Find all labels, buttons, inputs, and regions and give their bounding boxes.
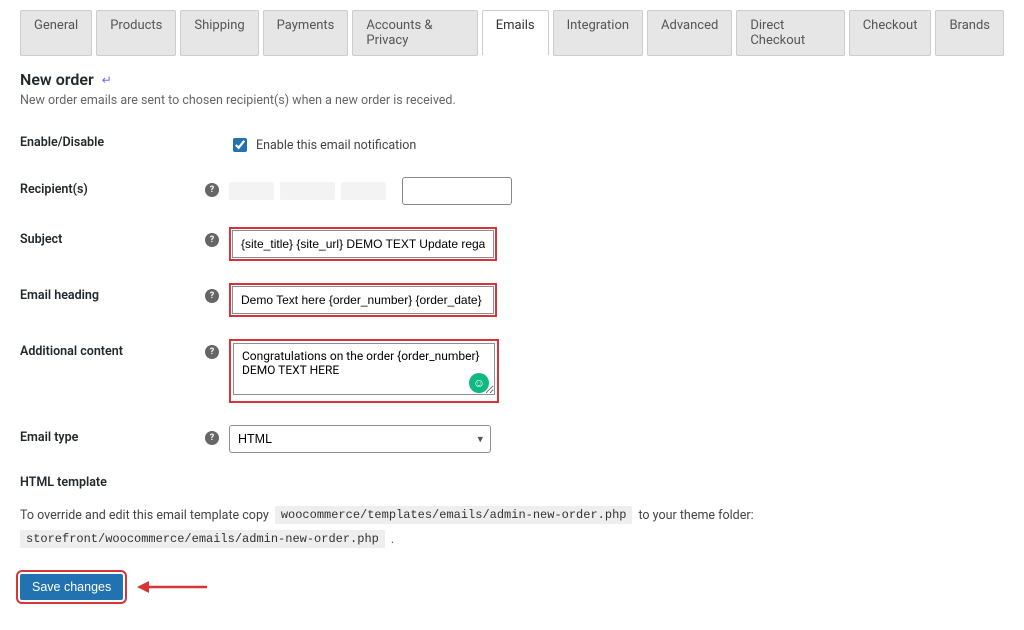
help-icon[interactable]: ? xyxy=(205,345,219,359)
enable-checkbox[interactable] xyxy=(233,138,247,152)
email-heading-input[interactable] xyxy=(232,286,494,314)
redacted-recipient xyxy=(229,182,274,200)
help-icon[interactable]: ? xyxy=(205,233,219,247)
annotation-arrow-icon xyxy=(137,578,207,596)
tab-checkout[interactable]: Checkout xyxy=(849,10,932,56)
template-override-line: To override and edit this email template… xyxy=(20,506,1004,548)
redacted-recipient xyxy=(341,182,386,200)
enable-checkbox-label: Enable this email notification xyxy=(256,138,416,153)
html-template-heading: HTML template xyxy=(20,475,1004,490)
save-changes-button[interactable]: Save changes xyxy=(20,574,123,600)
label-enable: Enable/Disable xyxy=(20,130,205,150)
recipients-input[interactable] xyxy=(402,177,512,205)
label-additional-content: Additional content xyxy=(20,339,205,359)
tab-general[interactable]: General xyxy=(20,10,92,56)
tab-integration[interactable]: Integration xyxy=(553,10,643,56)
tab-direct-checkout[interactable]: Direct Checkout xyxy=(736,10,844,56)
additional-content-textarea[interactable] xyxy=(233,343,495,395)
tab-emails[interactable]: Emails xyxy=(482,10,549,56)
page-title: New order xyxy=(20,70,94,89)
redacted-recipient xyxy=(280,182,335,200)
emoji-picker-icon[interactable]: ☺ xyxy=(469,373,489,393)
label-subject: Subject xyxy=(20,227,205,247)
back-link-icon[interactable]: ↵ xyxy=(102,73,112,87)
help-icon[interactable]: ? xyxy=(205,431,219,445)
tab-payments[interactable]: Payments xyxy=(263,10,349,56)
page-description: New order emails are sent to chosen reci… xyxy=(20,93,1004,108)
help-icon[interactable]: ? xyxy=(205,183,219,197)
label-email-heading: Email heading xyxy=(20,283,205,303)
template-dst-path: storefront/woocommerce/emails/admin-new-… xyxy=(20,530,385,548)
help-icon[interactable]: ? xyxy=(205,289,219,303)
email-type-select[interactable]: HTML xyxy=(229,425,491,453)
tabs-nav: General Products Shipping Payments Accou… xyxy=(20,10,1004,56)
tab-shipping[interactable]: Shipping xyxy=(180,10,258,56)
label-email-type: Email type xyxy=(20,425,205,445)
tab-brands[interactable]: Brands xyxy=(935,10,1004,56)
tab-advanced[interactable]: Advanced xyxy=(647,10,732,56)
tab-accounts-privacy[interactable]: Accounts & Privacy xyxy=(352,10,477,56)
label-recipients: Recipient(s) xyxy=(20,177,205,197)
tab-products[interactable]: Products xyxy=(96,10,176,56)
subject-input[interactable] xyxy=(232,230,494,258)
template-src-path: woocommerce/templates/emails/admin-new-o… xyxy=(275,506,633,524)
